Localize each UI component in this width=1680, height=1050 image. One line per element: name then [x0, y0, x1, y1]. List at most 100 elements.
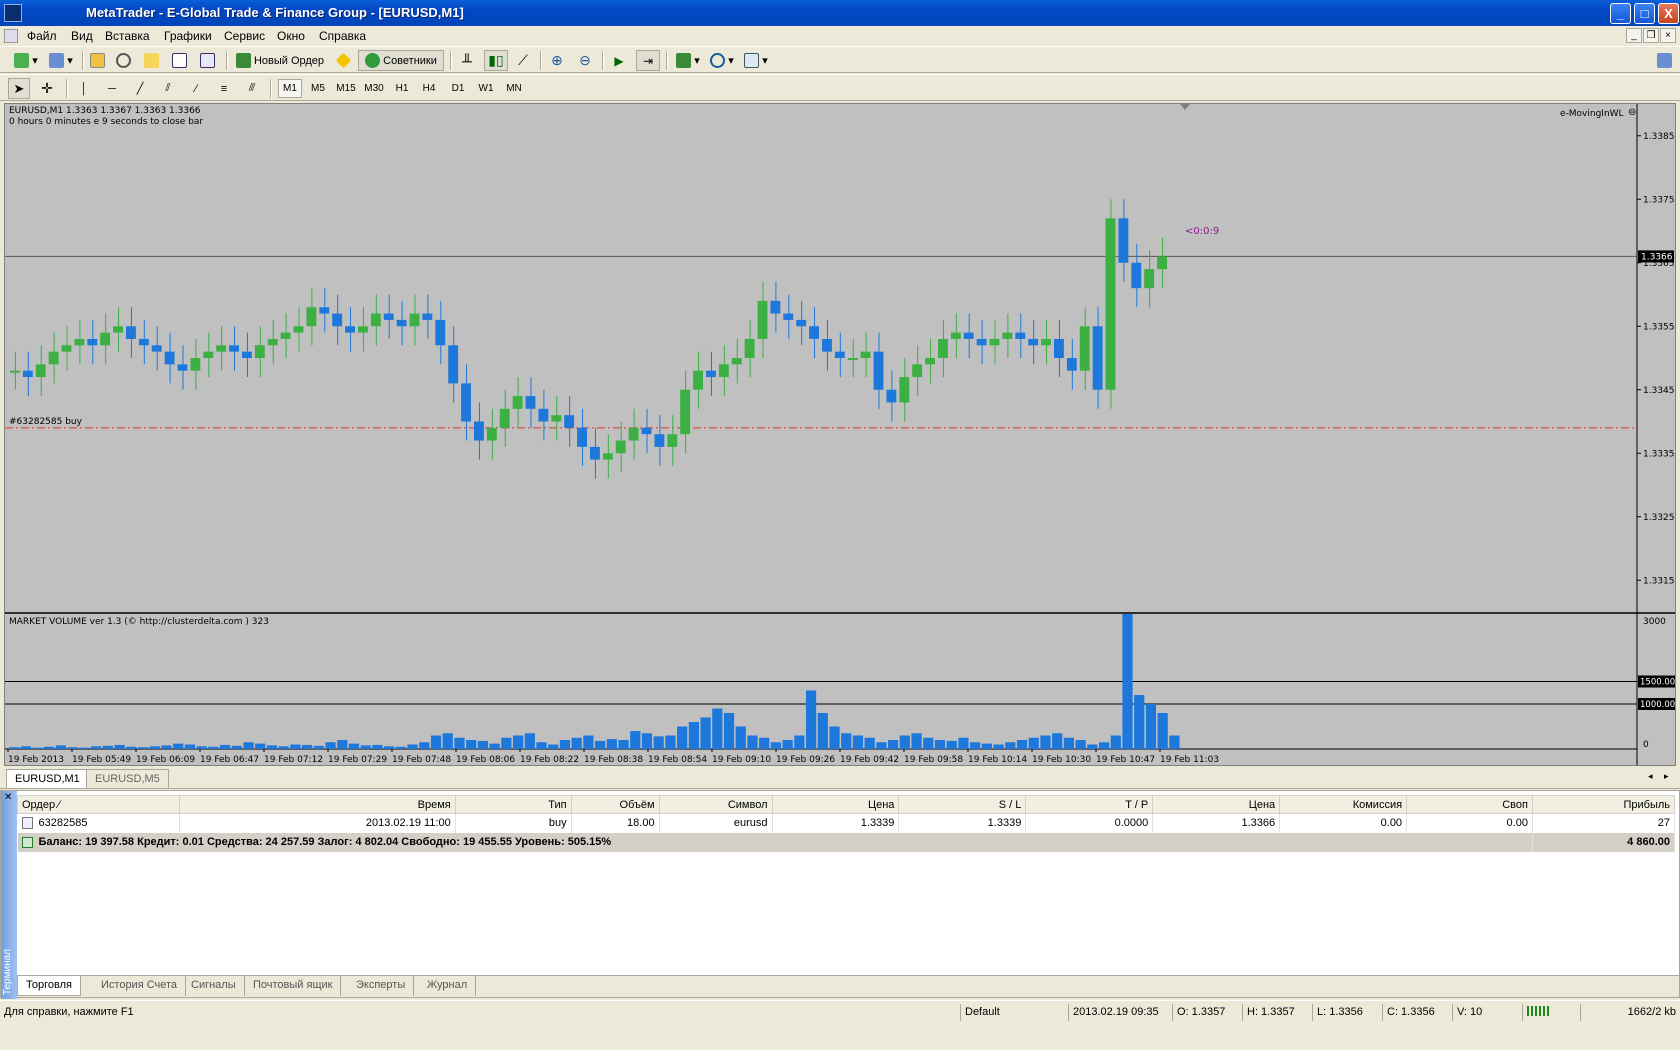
tf-m30[interactable]: M30 [361, 79, 387, 98]
candlestick-chart-icon[interactable]: ▮▯ [484, 50, 508, 71]
status-profile: Default [960, 1004, 1068, 1021]
tab-eurusd-m1[interactable]: EURUSD,M1 [6, 769, 89, 788]
app-icon[interactable] [4, 4, 22, 22]
warning-icon[interactable] [333, 50, 353, 71]
menu-file[interactable]: Файл [27, 29, 57, 43]
terminal-panel: ✕ Терминал Ордер ⁄ Время Тип Объём Симво… [0, 790, 1680, 999]
tab-experts[interactable]: Эксперты [348, 976, 415, 996]
menu-insert[interactable]: Вставка [105, 29, 150, 43]
navigator-icon[interactable] [140, 50, 162, 71]
mdi-minimize-button[interactable]: _ [1626, 28, 1642, 43]
volume-bar [946, 740, 957, 749]
menu-help[interactable]: Справка [319, 29, 366, 43]
new-order-button[interactable]: Новый Ордер [232, 50, 328, 71]
experts-button[interactable]: Советники [358, 50, 444, 71]
horizontal-line-icon[interactable]: ─ [102, 78, 122, 99]
indicator-settings-icon[interactable]: ⊜ [1628, 107, 1636, 118]
candle-body [1002, 332, 1013, 339]
volume-bar [337, 740, 348, 749]
data-window-icon[interactable] [112, 50, 134, 71]
terminal-icon[interactable] [168, 50, 190, 71]
tab-mailbox[interactable]: Почтовый ящик [245, 976, 342, 996]
minimize-button[interactable]: _ [1610, 3, 1631, 24]
objects-icon[interactable]: ⫻ [242, 78, 262, 99]
volume-bar [1157, 713, 1168, 749]
tf-w1[interactable]: W1 [474, 79, 498, 98]
tab-signals[interactable]: Сигналы [183, 976, 245, 996]
tf-h4[interactable]: H4 [417, 79, 441, 98]
volume-bar [1122, 614, 1133, 749]
tf-m1[interactable]: M1 [278, 79, 302, 98]
new-chart-button[interactable]: ▾ [8, 50, 44, 71]
col-tp[interactable]: T / P [1025, 795, 1154, 814]
menu-charts[interactable]: Графики [164, 29, 212, 43]
channel-icon[interactable]: ⫽ [158, 78, 178, 99]
account-summary-row[interactable]: Баланс: 19 397.58 Кредит: 0.01 Средства:… [17, 832, 1676, 852]
volume-bar [161, 745, 172, 749]
col-price[interactable]: Цена [771, 795, 900, 814]
y-tick-label: 1.3355 [1643, 322, 1675, 332]
tabs-right-arrow-icon[interactable]: ▸ [1664, 771, 1669, 782]
maximize-button[interactable]: □ [1634, 3, 1655, 24]
volume-bar [302, 744, 313, 749]
col-profit[interactable]: Прибыль [1531, 795, 1676, 814]
notifications-icon[interactable] [1652, 50, 1676, 71]
menu-view[interactable]: Вид [71, 29, 93, 43]
tab-account-history[interactable]: История Счета [93, 976, 187, 996]
x-tick-label: 19 Feb 08:22 [520, 755, 579, 765]
col-current-price[interactable]: Цена [1152, 795, 1281, 814]
price-chart[interactable]: 1.33851.33751.33651.33551.33451.33351.33… [5, 104, 1675, 765]
order-line-label: #63282585 buy [9, 417, 82, 427]
volume-bar [55, 745, 67, 749]
col-volume[interactable]: Объём [570, 795, 660, 814]
volume-bar [583, 735, 594, 749]
col-commission[interactable]: Комиссия [1279, 795, 1408, 814]
col-time[interactable]: Время [178, 795, 456, 814]
close-button[interactable]: X [1658, 3, 1679, 24]
tf-d1[interactable]: D1 [446, 79, 470, 98]
col-sl[interactable]: S / L [898, 795, 1027, 814]
profiles-button[interactable]: ▾ [46, 50, 76, 71]
tabs-left-arrow-icon[interactable]: ◂ [1648, 771, 1653, 782]
doc-icon[interactable] [4, 29, 18, 43]
table-row[interactable]: 63282585 2013.02.19 11:00 buy 18.00 euru… [17, 813, 1676, 833]
vertical-line-icon[interactable]: │ [74, 78, 94, 99]
zoom-in-icon[interactable]: ⊕ [546, 50, 568, 71]
cursor-icon[interactable]: ➤ [8, 78, 30, 99]
menu-tools[interactable]: Сервис [224, 29, 265, 43]
mdi-restore-button[interactable]: ❐ [1643, 28, 1659, 43]
crosshair-icon[interactable]: ✛ [36, 78, 58, 99]
periods-button[interactable]: ▾ [706, 50, 738, 71]
tab-trade[interactable]: Торговля [17, 976, 81, 996]
col-swap[interactable]: Своп [1406, 795, 1533, 814]
templates-button[interactable]: ▾ [740, 50, 772, 71]
market-watch-icon[interactable] [86, 50, 108, 71]
volume-bar [278, 746, 289, 749]
indicators-button[interactable]: ▾ [672, 50, 704, 71]
volume-bar [243, 742, 254, 749]
chart-shift-icon[interactable]: ⇥ [636, 50, 660, 71]
col-type[interactable]: Тип [454, 795, 572, 814]
chart-window[interactable]: 1.3385 1.3375 1.3365 1.3355 1.3345 1.3335 1.33… [4, 103, 1676, 766]
zoom-out-icon[interactable]: ⊖ [574, 50, 596, 71]
line-chart-icon[interactable]: ⟋ [512, 50, 534, 71]
trendline-icon[interactable]: ╱ [130, 78, 150, 99]
menu-window[interactable]: Окно [277, 29, 305, 43]
mdi-close-button[interactable]: × [1660, 28, 1676, 43]
bar-chart-icon[interactable]: ╨ [456, 50, 478, 71]
volume-bar [1169, 735, 1180, 749]
gann-line-icon[interactable]: ∕ [186, 78, 206, 99]
col-symbol[interactable]: Символ [658, 795, 773, 814]
tf-mn[interactable]: MN [502, 79, 526, 98]
tf-h1[interactable]: H1 [390, 79, 414, 98]
tab-journal[interactable]: Журнал [419, 976, 477, 996]
auto-scroll-icon[interactable]: ▶ [608, 50, 630, 71]
col-order[interactable]: Ордер ⁄ [17, 795, 180, 814]
tf-m15[interactable]: M15 [333, 79, 359, 98]
fibo-icon[interactable]: ≡ [214, 78, 234, 99]
tf-m5[interactable]: M5 [306, 79, 330, 98]
tab-eurusd-m5[interactable]: EURUSD,M5 [86, 769, 169, 788]
tester-icon[interactable] [196, 50, 218, 71]
terminal-close-icon[interactable]: ✕ [4, 792, 12, 803]
candle-body [203, 351, 214, 358]
